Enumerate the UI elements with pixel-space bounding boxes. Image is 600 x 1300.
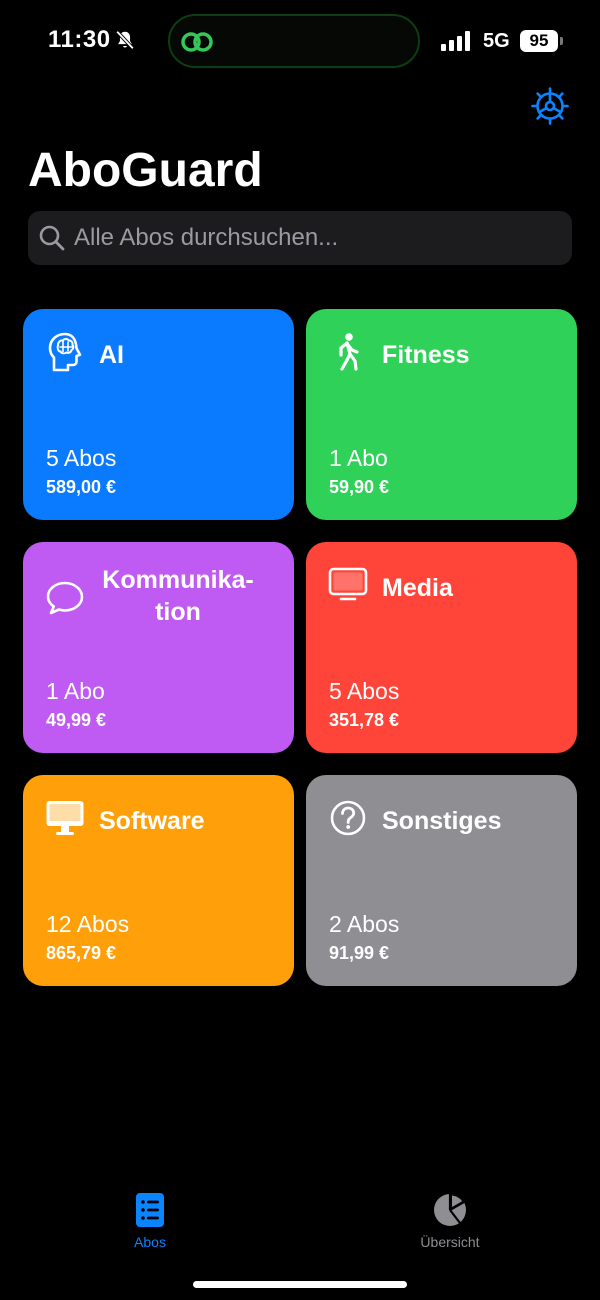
category-card-fitness[interactable]: Fitness 1 Abo 59,90 € [306,309,577,520]
list-icon [136,1193,164,1227]
category-count: 5 Abos [46,445,117,471]
network-label: 5G [483,30,510,52]
signal-icon [441,31,470,51]
category-sum: 91,99 € [329,943,390,963]
search-bar[interactable] [28,211,572,265]
category-card-sonstiges[interactable]: Sonstiges 2 Abos 91,99 € [306,775,577,986]
tv-icon [328,567,368,601]
category-sum: 49,99 € [46,710,107,730]
question-circle-icon [330,800,366,836]
category-sum: 589,00 € [46,477,117,497]
tab-label: Abos [134,1234,166,1250]
category-title: Media [382,574,453,602]
status-bar: 11:30 5G 95 [0,0,600,84]
category-count: 5 Abos [329,678,400,704]
category-title: Fitness [382,341,470,369]
category-card-software[interactable]: Software 12 Abos 865,79 € [23,775,294,986]
battery-icon: 95 [520,30,563,52]
category-card-ai[interactable]: AI 5 Abos 589,00 € [23,309,294,520]
pie-chart-icon [434,1194,466,1226]
category-card-kommunikation[interactable]: Kommunika- tion 1 Abo 49,99 € [23,542,294,753]
speech-bubble-icon [46,581,84,615]
tab-uebersicht[interactable]: Übersicht [390,1192,510,1256]
brain-head-icon [48,332,82,372]
search-icon [39,225,65,251]
battery-level: 95 [520,30,558,52]
dynamic-island[interactable] [168,14,420,68]
bell-muted-icon [115,30,135,50]
search-input[interactable] [74,211,554,265]
link-rings-icon [181,32,213,52]
category-title: Sonstiges [382,807,502,835]
tab-abos[interactable]: Abos [90,1192,210,1256]
category-sum: 59,90 € [329,477,390,497]
category-sum: 865,79 € [46,943,117,963]
category-title: AI [99,341,124,369]
desktop-icon [46,801,84,835]
category-title: Kommunika- tion [102,566,254,626]
category-card-media[interactable]: Media 5 Abos 351,78 € [306,542,577,753]
tab-label: Übersicht [420,1234,480,1250]
walking-person-icon [339,333,359,371]
category-count: 2 Abos [329,911,400,937]
status-time: 11:30 [48,26,111,53]
settings-gear-icon[interactable] [530,86,570,126]
category-count: 1 Abo [329,445,388,471]
page-title: AboGuard [28,144,263,197]
home-indicator[interactable] [193,1281,407,1288]
category-sum: 351,78 € [329,710,400,730]
category-title: Software [99,807,205,835]
category-count: 12 Abos [46,911,130,937]
category-count: 1 Abo [46,678,105,704]
